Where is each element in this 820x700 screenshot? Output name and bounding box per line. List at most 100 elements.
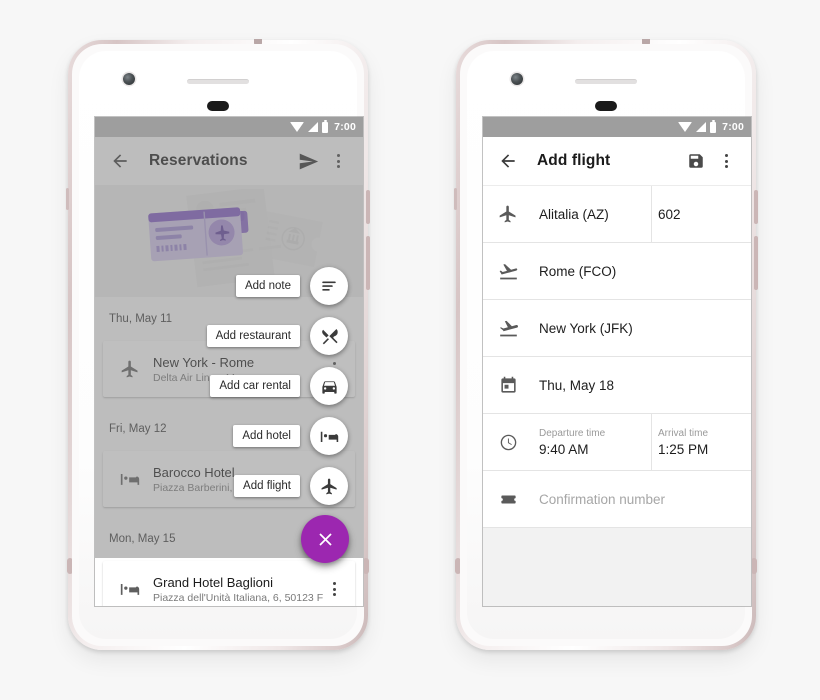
app-bar-add-flight: Add flight <box>483 137 751 186</box>
status-time: 7:00 <box>334 121 356 133</box>
speed-dial-action-hotel[interactable]: Add hotel <box>233 417 348 455</box>
more-vert-icon <box>332 582 336 596</box>
hotel-icon <box>320 431 338 442</box>
reservations-screen-body: Reservations Thu, May 11 New York - Rome… <box>95 137 363 606</box>
flight-icon-button[interactable] <box>310 467 348 505</box>
status-bar-right: 7:00 <box>483 117 751 137</box>
power-button[interactable] <box>754 190 758 224</box>
arrival-time-field[interactable]: Arrival time 1:25 PM <box>652 414 751 470</box>
car-icon-button[interactable] <box>310 367 348 405</box>
phone-chassis: 7:00 Add flight Alitalia (AZ) 602 Rome (… <box>454 39 758 650</box>
hotel-icon <box>113 469 147 489</box>
speed-dial-close-fab[interactable] <box>301 515 349 563</box>
flight-takeoff-icon <box>483 243 533 299</box>
flight-land-icon <box>483 300 533 356</box>
back-button[interactable] <box>493 146 523 176</box>
speed-dial-label: Add note <box>235 275 300 297</box>
phone-front-face: 7:00 Reservations Thu, May 11 New York -… <box>79 51 363 639</box>
speed-dial-action-note[interactable]: Add note <box>235 267 348 305</box>
proximity-sensor <box>207 101 229 111</box>
flight-number-field[interactable]: 602 <box>652 186 751 242</box>
screen-right: 7:00 Add flight Alitalia (AZ) 602 Rome (… <box>483 117 751 606</box>
hotel-icon <box>113 579 147 599</box>
add-flight-form: Alitalia (AZ) 602 Rome (FCO) New York (J… <box>483 186 751 606</box>
sim-tray <box>454 188 457 210</box>
field-row-date[interactable]: Thu, May 18 <box>483 357 751 414</box>
restaurant-icon-button[interactable] <box>310 317 348 355</box>
sim-tray <box>66 188 69 210</box>
departure-time-field[interactable]: Departure time 9:40 AM <box>533 414 652 470</box>
status-bar-left: 7:00 <box>95 117 363 137</box>
speed-dial-action-restaurant[interactable]: Add restaurant <box>206 317 348 355</box>
save-button[interactable] <box>681 146 711 176</box>
front-camera-icon <box>123 73 135 85</box>
destination-value: New York (JFK) <box>539 320 633 336</box>
airline-value: Alitalia (AZ) <box>539 206 609 222</box>
date-label: Fri, May 12 <box>109 423 167 435</box>
phone-chassis-inner: 7:00 Add flight Alitalia (AZ) 602 Rome (… <box>460 44 752 646</box>
date-field[interactable]: Thu, May 18 <box>533 357 751 413</box>
page-title: Add flight <box>537 152 611 169</box>
arrival-time-value: 1:25 PM <box>658 441 709 457</box>
flight-icon <box>321 478 337 494</box>
restaurant-icon <box>321 328 338 344</box>
volume-button[interactable] <box>754 236 758 290</box>
reservation-card-hotel-2[interactable]: Grand Hotel Baglioni Piazza dell'Unità I… <box>103 561 355 606</box>
field-row-destination[interactable]: New York (JFK) <box>483 300 751 357</box>
confirmation-number-placeholder: Confirmation number <box>539 491 666 507</box>
back-arrow-icon <box>501 154 515 168</box>
close-icon <box>318 532 332 546</box>
field-row-times[interactable]: Departure time 9:40 AM Arrival time 1:25… <box>483 414 751 471</box>
note-icon <box>322 281 336 291</box>
car-icon <box>321 380 337 394</box>
speed-dial-action-flight[interactable]: Add flight <box>234 467 348 505</box>
volume-button[interactable] <box>366 236 370 290</box>
hotel-icon-button[interactable] <box>310 417 348 455</box>
proximity-sensor <box>595 101 617 111</box>
speed-dial-label: Add restaurant <box>206 325 300 347</box>
date-label: Thu, May 11 <box>109 313 173 325</box>
phone-left: 7:00 Reservations Thu, May 11 New York -… <box>66 39 370 650</box>
reservation-text: Grand Hotel Baglioni Piazza dell'Unità I… <box>147 575 323 604</box>
form-empty-area <box>483 528 751 606</box>
airline-field[interactable]: Alitalia (AZ) <box>533 186 652 242</box>
screenshot-stage: 7:00 Reservations Thu, May 11 New York -… <box>0 0 820 700</box>
flight-icon <box>113 359 147 379</box>
field-row-confirmation[interactable]: Confirmation number <box>483 471 751 528</box>
confirmation-number-field[interactable]: Confirmation number <box>533 471 751 527</box>
departure-time-value: 9:40 AM <box>539 441 589 457</box>
signal-icon <box>696 122 707 132</box>
more-vert-icon <box>724 154 728 168</box>
field-row-airline[interactable]: Alitalia (AZ) 602 <box>483 186 751 243</box>
back-arrow-icon <box>113 154 127 168</box>
card-overflow-button[interactable] <box>323 582 345 596</box>
phone-right: 7:00 Add flight Alitalia (AZ) 602 Rome (… <box>454 39 758 650</box>
phone-chassis: 7:00 Reservations Thu, May 11 New York -… <box>66 39 370 650</box>
ticket-icon <box>483 471 533 527</box>
status-time: 7:00 <box>722 121 744 133</box>
wifi-icon <box>290 122 305 132</box>
departure-time-label: Departure time <box>539 427 606 439</box>
reservation-title: Grand Hotel Baglioni <box>153 574 273 590</box>
front-camera-icon <box>511 73 523 85</box>
destination-field[interactable]: New York (JFK) <box>533 300 751 356</box>
origin-value: Rome (FCO) <box>539 263 617 279</box>
battery-icon <box>710 119 717 133</box>
field-row-origin[interactable]: Rome (FCO) <box>483 243 751 300</box>
speed-dial-label: Add flight <box>234 475 300 497</box>
overflow-menu-button[interactable] <box>711 146 741 176</box>
flight-number-value: 602 <box>658 206 681 222</box>
power-button[interactable] <box>366 190 370 224</box>
origin-field[interactable]: Rome (FCO) <box>533 243 751 299</box>
calendar-icon <box>483 357 533 413</box>
speed-dial: Add note Add restaurant Add car rental A… <box>206 137 353 563</box>
arrival-time-label: Arrival time <box>658 427 709 439</box>
battery-icon <box>322 119 329 133</box>
earpiece-speaker <box>187 79 249 84</box>
signal-icon <box>308 122 319 132</box>
speed-dial-label: Add hotel <box>233 425 300 447</box>
speed-dial-action-car[interactable]: Add car rental <box>210 367 348 405</box>
date-label: Mon, May 15 <box>109 533 176 545</box>
back-button[interactable] <box>105 146 135 176</box>
note-icon-button[interactable] <box>310 267 348 305</box>
